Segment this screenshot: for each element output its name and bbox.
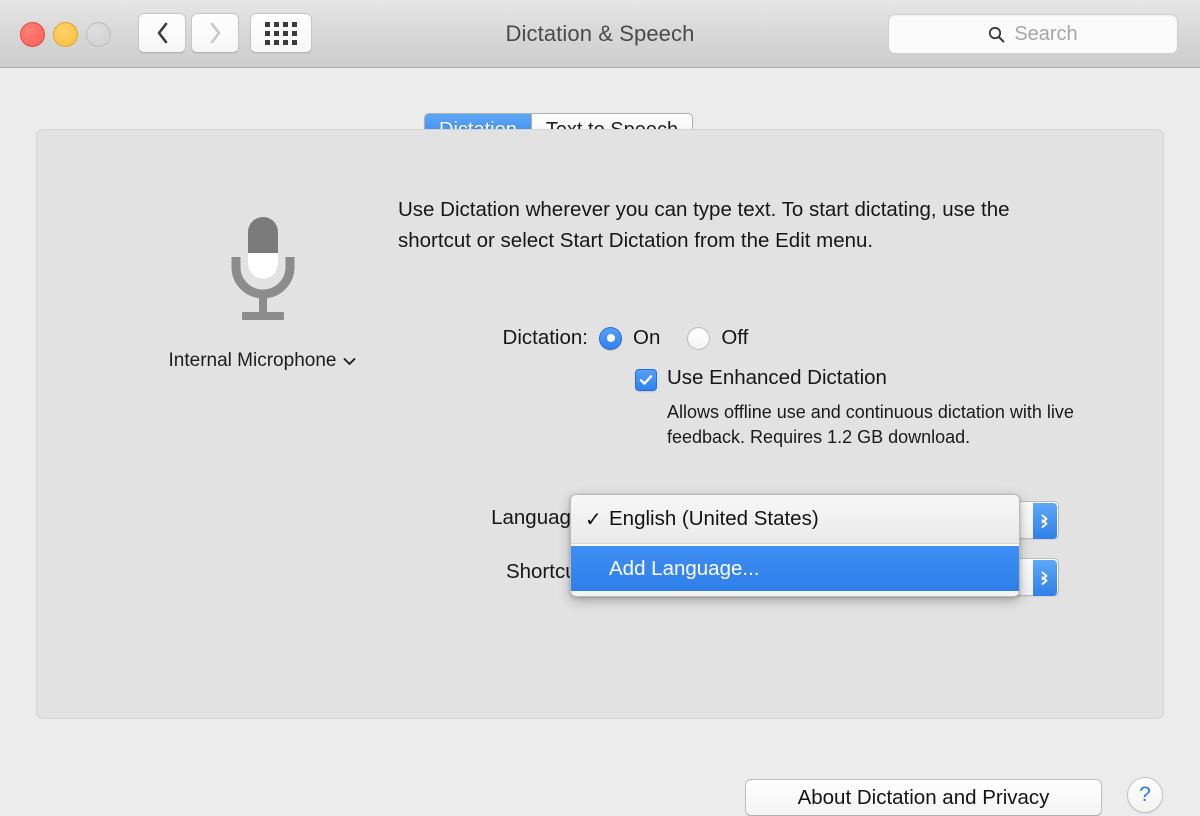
microphone-label: Internal Microphone	[168, 350, 337, 371]
help-button[interactable]: ?	[1127, 777, 1163, 813]
about-dictation-privacy-button[interactable]: About Dictation and Privacy	[745, 779, 1102, 816]
menu-item-label: Add Language...	[609, 556, 760, 580]
search-icon	[989, 26, 1005, 43]
content-panel: Internal Microphone Use Dictation wherev…	[36, 129, 1164, 816]
radio-dictation-off[interactable]	[687, 326, 711, 350]
search-field[interactable]: Search	[888, 14, 1178, 54]
dictation-radio-group: On Off	[599, 326, 764, 350]
shortcut-label: Shortcut:	[505, 560, 588, 583]
menu-item-add-language[interactable]: Add Language...	[571, 546, 1019, 591]
enhanced-dictation-help: Allows offline use and continuous dictat…	[667, 402, 1074, 447]
language-label: Language:	[491, 506, 588, 529]
dictation-description: Use Dictation wherever you can type text…	[398, 198, 1010, 252]
checkbox-enhanced-dictation[interactable]	[635, 369, 657, 391]
radio-dictation-on[interactable]	[599, 326, 622, 350]
enhanced-dictation-row[interactable]: Use Enhanced Dictation	[635, 366, 887, 391]
microphone-label-row: Internal Microphone	[155, 350, 370, 372]
menu-item-label: English (United States)	[609, 507, 819, 530]
microphone-icon	[231, 217, 294, 320]
radio-dictation-on-label: On	[633, 326, 661, 349]
popup-arrow-icon	[1033, 503, 1057, 539]
title-bar: Dictation & Speech Search	[0, 0, 1200, 68]
menu-item-english-united-states[interactable]: ✓ English (United States)	[571, 495, 1019, 543]
chevron-down-icon	[344, 357, 356, 365]
language-dropdown-menu: ✓ English (United States) Add Language..…	[570, 494, 1020, 597]
dictation-label: Dictation:	[502, 326, 588, 349]
popup-arrow-icon	[1033, 560, 1057, 596]
search-input[interactable]: Search	[1014, 23, 1077, 46]
checkmark-icon	[639, 375, 653, 385]
checkmark-icon: ✓	[585, 508, 602, 531]
enhanced-dictation-label: Use Enhanced Dictation	[667, 366, 887, 389]
radio-dictation-off-label: Off	[721, 326, 749, 349]
microphone-selector[interactable]: Internal Microphone	[155, 213, 370, 372]
system-preferences-window: Dictation & Speech Search Dictation Text…	[0, 0, 1200, 816]
